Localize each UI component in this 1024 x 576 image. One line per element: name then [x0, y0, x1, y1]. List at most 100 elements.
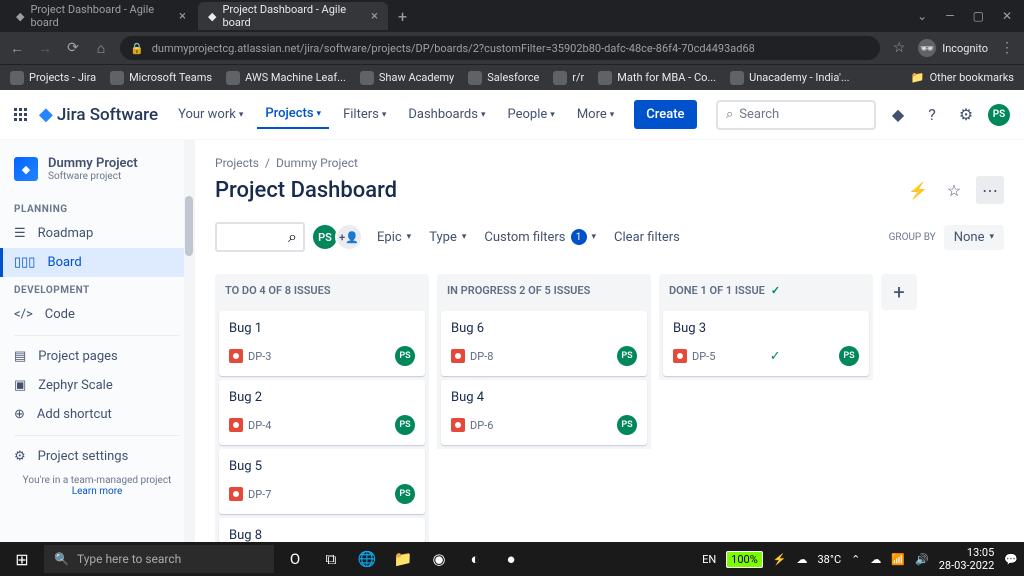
close-icon[interactable]: ✕	[1002, 9, 1012, 23]
issue-card[interactable]: Bug 1 DP-3PS	[219, 311, 425, 376]
battery-indicator[interactable]: 100%	[726, 551, 763, 568]
bookmark-item[interactable]: Shaw Academy	[360, 71, 454, 85]
close-icon[interactable]: ×	[179, 9, 186, 24]
browser-tab-active[interactable]: ◆ Project Dashboard - Agile board ×	[198, 2, 388, 30]
automation-icon[interactable]: ⚡	[904, 176, 932, 204]
nav-filters[interactable]: Filters▾	[335, 100, 394, 129]
issue-card[interactable]: Bug 6 DP-8PS	[441, 311, 647, 376]
nav-projects[interactable]: Projects▾	[257, 100, 329, 129]
issue-card[interactable]: Bug 3 DP-5✓PS	[663, 311, 869, 376]
notifications-icon[interactable]: ◆	[886, 103, 910, 127]
bookmark-item[interactable]: Salesforce	[468, 71, 539, 85]
nav-more[interactable]: More▾	[569, 100, 622, 129]
edge-icon[interactable]: 🌐	[352, 545, 382, 573]
group-by-select[interactable]: None▾	[944, 225, 1004, 250]
nav-dashboards[interactable]: Dashboards▾	[400, 100, 493, 129]
issue-card[interactable]: Bug 4 DP-6PS	[441, 380, 647, 445]
forward-icon[interactable]: →	[36, 40, 54, 57]
column-header[interactable]: TO DO 4 OF 8 ISSUES	[215, 274, 429, 307]
help-icon[interactable]: ?	[920, 103, 944, 127]
clear-filters-button[interactable]: Clear filters	[610, 230, 684, 245]
app-switcher-icon[interactable]	[14, 108, 27, 121]
add-assignee-button[interactable]: +👤	[335, 223, 363, 251]
weather-icon[interactable]: ☁	[796, 553, 807, 566]
volume-icon[interactable]: 🔊	[915, 553, 929, 566]
add-column-button[interactable]: +	[881, 274, 917, 310]
start-button[interactable]: ⊞	[6, 545, 38, 573]
column-header[interactable]: DONE 1 OF 1 ISSUE✓	[659, 274, 873, 307]
more-icon[interactable]: ⋯	[976, 176, 1004, 204]
star-icon[interactable]: ☆	[940, 176, 968, 204]
incognito-indicator[interactable]: 🕶 Incognito	[918, 39, 988, 57]
wifi-icon[interactable]: 📶	[891, 553, 905, 566]
type-filter[interactable]: Type▾	[425, 230, 470, 245]
jira-logo[interactable]: ◆ Jira Software	[39, 104, 158, 125]
sidebar-scrollbar[interactable]	[184, 140, 194, 576]
minimize-icon[interactable]: —	[945, 9, 954, 23]
issue-card[interactable]: Bug 5 DP-7PS	[219, 449, 425, 514]
assignee-avatar[interactable]: PS	[617, 346, 637, 366]
explorer-icon[interactable]: 📁	[388, 545, 418, 573]
column-body[interactable]: Bug 3 DP-5✓PS	[659, 307, 873, 380]
chevron-down-icon[interactable]: ⌄	[917, 9, 927, 23]
bookmark-item[interactable]: Projects - Jira	[10, 71, 96, 85]
task-view-icon[interactable]: ⧉	[316, 545, 346, 573]
global-search-input[interactable]: ⌕ Search	[716, 100, 876, 130]
reload-icon[interactable]: ⟳	[64, 40, 82, 56]
bookmark-item[interactable]: Math for MBA - Co...	[598, 71, 716, 85]
settings-icon[interactable]: ⚙	[954, 103, 978, 127]
epic-filter[interactable]: Epic▾	[373, 230, 415, 245]
nav-people[interactable]: People▾	[500, 100, 563, 129]
url-input[interactable]: 🔒 dummyprojectcg.atlassian.net/jira/soft…	[120, 36, 880, 60]
menu-icon[interactable]: ⋮	[998, 40, 1016, 56]
assignee-avatar[interactable]: PS	[617, 415, 637, 435]
tray-chevron-icon[interactable]: ⌃	[851, 553, 860, 566]
browser-tab[interactable]: ◆ Project Dashboard - Agile board ×	[6, 2, 196, 30]
cortana-icon[interactable]: O	[280, 545, 310, 573]
taskbar-search[interactable]: 🔍Type here to search	[44, 545, 274, 573]
sidebar-item-project-settings[interactable]: ⚙Project settings	[0, 442, 194, 471]
issue-card[interactable]: Bug 2 DP-4PS	[219, 380, 425, 445]
breadcrumb-item[interactable]: Projects	[215, 156, 259, 170]
column-body[interactable]: Bug 6 DP-8PS Bug 4 DP-6PS	[437, 307, 651, 449]
chrome-icon[interactable]: ◉	[424, 545, 454, 573]
nav-your-work[interactable]: Your work▾	[170, 100, 251, 129]
notification-icon[interactable]: 💬	[1004, 553, 1018, 566]
column-body[interactable]: Bug 1 DP-3PS Bug 2 DP-4PS Bug 5 DP-7PS B…	[215, 307, 429, 547]
create-button[interactable]: Create	[634, 100, 696, 129]
assignee-avatar[interactable]: PS	[395, 346, 415, 366]
project-header[interactable]: ◆ Dummy Project Software project	[0, 156, 194, 196]
language-indicator[interactable]: EN	[702, 553, 716, 566]
assignee-avatar[interactable]: PS	[839, 346, 859, 366]
bookmark-item[interactable]: AWS Machine Leaf...	[226, 71, 346, 85]
custom-filter[interactable]: Custom filters1▾	[480, 229, 600, 245]
bookmark-other[interactable]: 📁Other bookmarks	[911, 71, 1014, 84]
bookmark-item[interactable]: Microsoft Teams	[110, 71, 212, 85]
new-tab-button[interactable]: +	[390, 7, 415, 26]
sidebar-item-zephyr[interactable]: ▣Zephyr Scale	[0, 371, 194, 400]
bookmark-item[interactable]: Unacademy - India'...	[730, 71, 850, 85]
sidebar-item-code[interactable]: </>Code	[0, 300, 194, 329]
app-icon[interactable]: ◐	[460, 545, 490, 573]
column-header[interactable]: IN PROGRESS 2 OF 5 ISSUES	[437, 274, 651, 307]
temperature[interactable]: 38°C	[817, 553, 841, 566]
assignee-avatar[interactable]: PS	[395, 415, 415, 435]
board-search-input[interactable]: ⌕	[215, 222, 305, 252]
sidebar-item-project-pages[interactable]: ▤Project pages	[0, 342, 194, 371]
back-icon[interactable]: ←	[8, 40, 26, 57]
star-icon[interactable]: ☆	[890, 40, 908, 56]
app-icon[interactable]: ●	[496, 545, 526, 573]
issue-card[interactable]: Bug 8	[219, 518, 425, 543]
profile-avatar[interactable]: PS	[988, 104, 1010, 126]
clock[interactable]: 13:05 28-03-2022	[939, 546, 995, 572]
breadcrumb-item[interactable]: Dummy Project	[276, 156, 358, 170]
bookmark-item[interactable]: r/r	[553, 71, 584, 85]
sidebar-item-board[interactable]: ▯▯▯Board	[0, 248, 194, 277]
home-icon[interactable]: ⌂	[92, 40, 110, 57]
close-icon[interactable]: ×	[371, 9, 378, 24]
maximize-icon[interactable]: ▢	[973, 9, 984, 23]
assignee-avatar[interactable]: PS	[395, 484, 415, 504]
learn-more-link[interactable]: Learn more	[72, 486, 123, 497]
onedrive-icon[interactable]: ☁	[870, 553, 881, 566]
sidebar-item-roadmap[interactable]: ☰Roadmap	[0, 219, 194, 248]
